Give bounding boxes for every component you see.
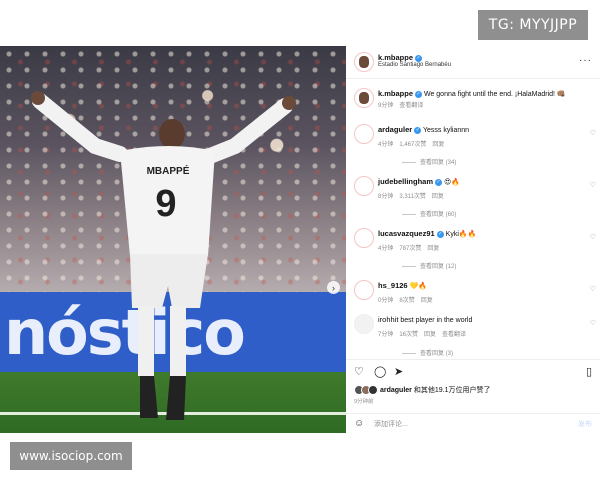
- heart-icon[interactable]: ♡: [590, 129, 596, 137]
- watermark-bottom: www.isociop.com: [10, 442, 132, 470]
- comment-username[interactable]: judebellingham: [378, 177, 433, 186]
- comment-likes[interactable]: 8次赞: [399, 295, 414, 304]
- post-panel: k.mbappe ✓ Estadio Santiago Bernabéu ··· …: [346, 46, 600, 433]
- reply-link[interactable]: 回复: [432, 139, 444, 148]
- reply-link[interactable]: 回复: [424, 329, 436, 338]
- comment: hs_9126 💛🔥 0分钟 8次赞 回复 ♡: [346, 280, 600, 308]
- view-replies[interactable]: 查看回复 (60): [402, 209, 456, 218]
- likes-username[interactable]: ardaguler: [380, 387, 412, 394]
- location[interactable]: Estadio Santiago Bernabéu: [378, 62, 451, 68]
- verified-icon: ✓: [414, 126, 422, 134]
- avatar[interactable]: [354, 280, 374, 300]
- avatar[interactable]: [354, 52, 374, 72]
- comment-likes[interactable]: 16次赞: [399, 329, 418, 338]
- caption-username[interactable]: k.mbappe: [378, 89, 413, 98]
- translate-link[interactable]: 查看翻译: [399, 100, 423, 109]
- reply-link[interactable]: 回复: [427, 243, 439, 252]
- comment-text: best player in the world: [400, 317, 473, 324]
- avatar[interactable]: [354, 176, 374, 196]
- caption: k.mbappe ✓ We gonna fight until the end. …: [346, 88, 600, 118]
- add-comment-row: ☺ 添加评论... 发布: [346, 413, 600, 434]
- verified-icon: ✓: [415, 90, 423, 98]
- comment: irohhit best player in the world 7分钟 16次赞…: [346, 314, 600, 358]
- comment-username[interactable]: lucasvazquez91: [378, 229, 435, 238]
- comment-text: 💛🔥: [409, 283, 427, 290]
- heart-icon[interactable]: ♡: [590, 233, 596, 241]
- reply-link[interactable]: 回复: [432, 191, 444, 200]
- comment-username[interactable]: hs_9126: [378, 281, 408, 290]
- jersey-name: MBAPPÉ: [147, 164, 190, 177]
- post-button[interactable]: 发布: [578, 419, 592, 429]
- heart-icon[interactable]: ♡: [354, 365, 364, 378]
- bookmark-icon[interactable]: ▯: [586, 365, 592, 378]
- more-options-icon[interactable]: ···: [579, 55, 592, 66]
- translate-link[interactable]: 查看翻译: [442, 329, 466, 338]
- comment-time: 4分钟: [378, 142, 394, 148]
- heart-icon[interactable]: ♡: [590, 181, 596, 189]
- watermark-top: TG: MYYJJPP: [478, 10, 588, 40]
- comment: ardaguler ✓ Yesss kyliannn 4分钟 1,467次赞 回复 查…: [346, 124, 600, 168]
- likes-text: 和其他19.1万位用户赞了: [413, 387, 491, 394]
- likes-summary[interactable]: ardaguler 和其他19.1万位用户赞了: [354, 385, 491, 395]
- post-header: k.mbappe ✓ Estadio Santiago Bernabéu ···: [346, 46, 600, 79]
- post-photo[interactable]: nóstico MBAPPÉ 9 › ●: [0, 46, 346, 433]
- reply-link[interactable]: 回复: [421, 295, 433, 304]
- view-replies[interactable]: 查看回复 (3): [402, 348, 453, 357]
- caption-text: We gonna fight until the end. ¡HalaMadri…: [423, 91, 566, 98]
- action-bar: ♡ ◯ ➤ ▯: [346, 359, 600, 382]
- comment-input[interactable]: 添加评论...: [374, 419, 408, 429]
- comment-text: 😍🔥: [443, 179, 460, 186]
- verified-icon: ✓: [415, 54, 423, 62]
- comment-text: Yesss kyliannn: [423, 127, 470, 134]
- caption-time: 9分钟: [378, 103, 394, 109]
- next-photo-button[interactable]: ›: [327, 281, 340, 294]
- comment-time: 0分钟: [378, 298, 394, 304]
- view-replies[interactable]: 查看回复 (12): [402, 261, 456, 270]
- view-replies[interactable]: 查看回复 (34): [402, 157, 456, 166]
- comment: judebellingham ✓ 😍🔥 8分钟 3,311次赞 回复 查看回复 (60…: [346, 176, 600, 220]
- comment-username[interactable]: irohhit: [378, 315, 398, 324]
- heart-icon[interactable]: ♡: [590, 319, 596, 327]
- comment-likes[interactable]: 787次赞: [399, 243, 421, 252]
- comment-likes[interactable]: 3,311次赞: [399, 191, 426, 200]
- comment-time: 7分钟: [378, 332, 394, 338]
- verified-icon: ✓: [436, 230, 444, 238]
- jersey-number: 9: [155, 183, 176, 225]
- comment-icon[interactable]: ◯: [374, 365, 386, 378]
- comment-time: 8分钟: [378, 194, 394, 200]
- comment-username[interactable]: ardaguler: [378, 125, 412, 134]
- avatar[interactable]: [354, 228, 374, 248]
- emoji-icon[interactable]: ☺: [354, 418, 364, 429]
- heart-icon[interactable]: ♡: [590, 285, 596, 293]
- comment: lucasvazquez91 ✓ Kyki🔥🔥 4分钟 787次赞 回复 查看回复 (…: [346, 228, 600, 272]
- send-icon[interactable]: ➤: [394, 365, 403, 378]
- avatar[interactable]: [354, 88, 374, 108]
- player-figure: MBAPPÉ 9: [31, 91, 296, 420]
- post-time: 9分钟前: [354, 399, 374, 405]
- avatar[interactable]: [354, 124, 374, 144]
- comment-likes[interactable]: 1,467次赞: [399, 139, 426, 148]
- verified-icon: ✓: [435, 178, 443, 186]
- comment-time: 4分钟: [378, 246, 394, 252]
- comment-text: Kyki🔥🔥: [445, 231, 477, 238]
- header-username[interactable]: k.mbappe: [378, 53, 413, 62]
- avatar[interactable]: [354, 314, 374, 334]
